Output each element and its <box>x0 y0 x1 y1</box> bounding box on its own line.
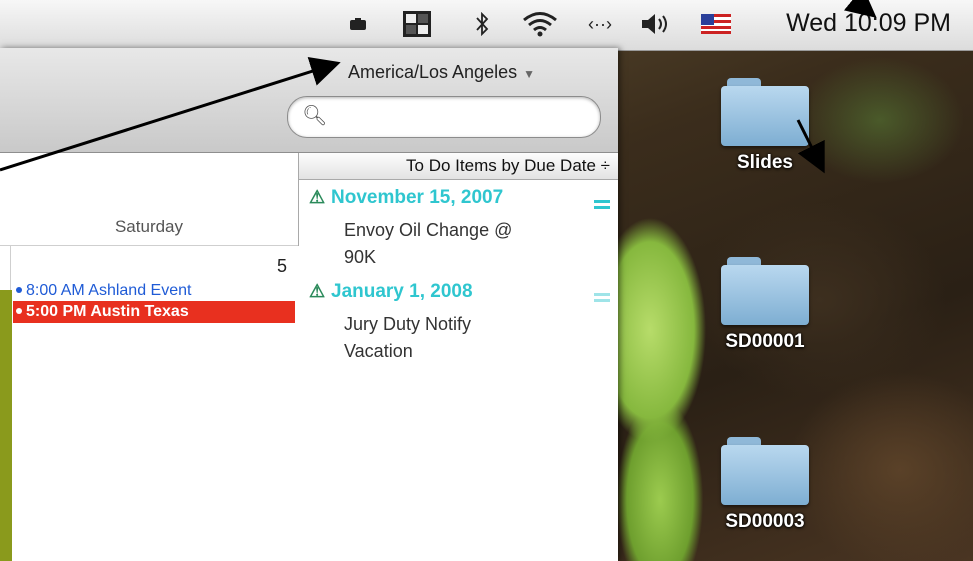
search-icon[interactable]: 🔍︎ <box>302 103 327 128</box>
event-time: 8:00 AM <box>26 282 85 299</box>
calendar-event-selected[interactable]: 5:00 PM Austin Texas <box>13 301 295 323</box>
todo-item-text[interactable]: Jury Duty Notify Vacation <box>344 311 471 365</box>
desktop-folder[interactable]: SD00001 <box>710 257 820 353</box>
todo-item-text[interactable]: Envoy Oil Change @ 90K <box>344 217 512 271</box>
todo-text-line: Jury Duty Notify <box>344 314 472 334</box>
todo-sort-header[interactable]: To Do Items by Due Date ÷ <box>299 153 618 180</box>
wifi-icon[interactable] <box>520 10 560 38</box>
event-time: 5:00 PM <box>26 303 87 320</box>
event-dot-icon <box>16 286 22 293</box>
event-title: Ashland Event <box>88 282 192 299</box>
grid-icon[interactable] <box>400 10 434 38</box>
desktop-folder[interactable]: SD00003 <box>710 437 820 533</box>
calendar-event[interactable]: 8:00 AM Ashland Event <box>13 280 295 302</box>
ical-window: America/Los Angeles ▼ 🔍︎ Saturday 5 8:00 … <box>0 48 618 561</box>
us-flag-icon[interactable] <box>698 10 734 38</box>
timezone-label: America/Los Angeles <box>348 62 518 82</box>
timezone-popup[interactable]: America/Los Angeles ▼ <box>348 62 535 83</box>
todo-item-date[interactable]: ⚠︎ November 15, 2007 <box>309 187 503 209</box>
folder-label: SD00001 <box>725 331 805 352</box>
day-name: Saturday <box>114 217 184 236</box>
search-input[interactable] <box>332 105 586 129</box>
search-field[interactable]: 🔍︎ <box>287 96 601 138</box>
camera-icon[interactable] <box>345 10 371 38</box>
folder-icon <box>721 78 809 146</box>
popup-triangle-icon: ▼ <box>523 67 535 81</box>
todo-text-line: 90K <box>344 247 377 267</box>
window-toolbar: America/Los Angeles ▼ 🔍︎ <box>0 48 618 153</box>
folder-icon <box>721 437 809 505</box>
folder-label: SD00003 <box>725 511 805 532</box>
todo-date-label: November 15, 2007 <box>331 187 504 208</box>
event-dot-icon <box>16 307 22 314</box>
menu-bar: ‹··› Wed 10:09 PM <box>0 0 973 51</box>
folder-icon <box>721 257 809 325</box>
todo-item-date[interactable]: ⚠︎ January 1, 2008 <box>309 281 473 303</box>
desktop-folder[interactable]: Slides <box>710 78 820 174</box>
todo-date-label: January 1, 2008 <box>331 281 473 302</box>
priority-low-icon <box>594 293 610 305</box>
day-number: 5 <box>276 256 287 276</box>
day-header: Saturday <box>0 153 298 246</box>
folder-label: Slides <box>737 152 793 173</box>
todo-text-line: Envoy Oil Change @ <box>344 220 513 240</box>
todo-text-line: Vacation <box>344 341 413 361</box>
day-view: Saturday 5 8:00 AM Ashland Event 5:00 PM… <box>0 153 299 561</box>
menu-bar-clock[interactable]: Wed 10:09 PM <box>786 9 951 38</box>
priority-high-icon <box>594 200 610 212</box>
todo-header-label: To Do Items by Due Date ÷ <box>406 156 610 175</box>
day-cell[interactable]: 5 8:00 AM Ashland Event 5:00 PM Austin T… <box>10 246 299 561</box>
volume-icon[interactable] <box>636 10 676 38</box>
todo-list: To Do Items by Due Date ÷ ⚠︎ November 15,… <box>299 153 618 561</box>
bluetooth-icon[interactable] <box>470 10 494 38</box>
sync-arrows-icon[interactable]: ‹··› <box>580 10 620 38</box>
warning-triangle-icon: ⚠︎ <box>309 281 326 301</box>
event-title: Austin Texas <box>90 303 189 320</box>
warning-triangle-icon: ⚠︎ <box>309 187 326 207</box>
left-edge-strip <box>0 290 12 561</box>
